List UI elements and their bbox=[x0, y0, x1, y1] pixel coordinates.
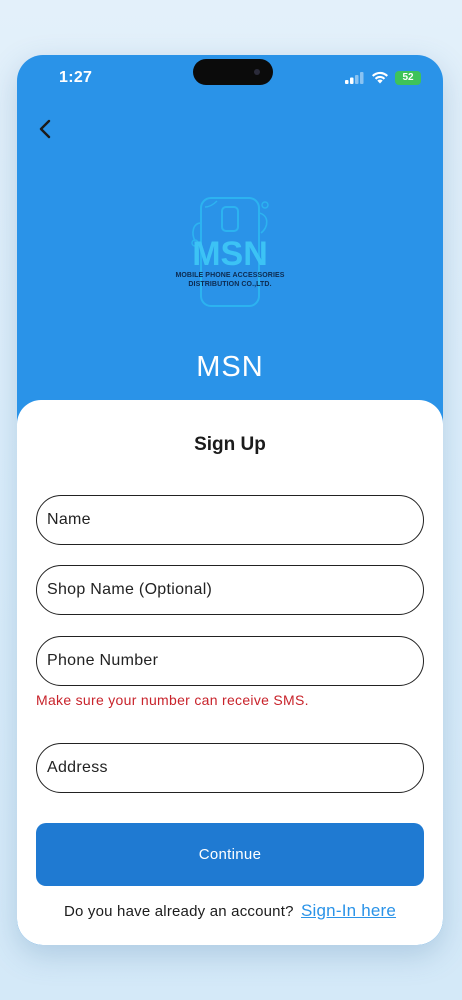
cellular-signal-icon bbox=[345, 72, 364, 84]
logo-caption-line2: DISTRIBUTION CO.,LTD. bbox=[188, 281, 272, 288]
page-title: Sign Up bbox=[194, 434, 266, 455]
status-bar: 1:27 52 bbox=[17, 55, 443, 103]
address-input[interactable] bbox=[36, 743, 424, 793]
phone-number-input[interactable] bbox=[36, 636, 424, 686]
status-time: 1:27 bbox=[59, 69, 93, 86]
signin-link[interactable]: Sign-In here bbox=[301, 901, 396, 920]
back-arrow-icon[interactable] bbox=[31, 115, 61, 145]
name-input[interactable] bbox=[36, 495, 424, 545]
phone-logo-icon: MSN bbox=[191, 197, 269, 307]
continue-button[interactable]: Continue bbox=[36, 823, 424, 886]
logo-caption-line1: MOBILE PHONE ACCESSORIES bbox=[175, 272, 285, 279]
wifi-icon bbox=[372, 71, 388, 84]
signup-sheet: Sign Up Make sure your number can receiv… bbox=[17, 400, 443, 945]
company-logo: MSN MOBILE PHONE ACCESSORIES DISTRIBUTIO… bbox=[165, 193, 295, 313]
app-name: MSN bbox=[196, 351, 264, 383]
signin-prompt-text: Do you have already an account? bbox=[63, 903, 294, 920]
dynamic-island bbox=[193, 59, 273, 85]
phone-hint: Make sure your number can receive SMS. bbox=[36, 692, 309, 708]
camera-icon bbox=[254, 69, 260, 75]
signin-prompt: Do you have already an account? Sign-In … bbox=[17, 901, 443, 921]
shop-name-input[interactable] bbox=[36, 565, 424, 615]
battery-icon: 52 bbox=[395, 71, 421, 85]
phone-screen: 1:27 52 MSN MOBILE PHONE ACCESSORIES DIS… bbox=[17, 55, 443, 945]
logo-letters: MSN bbox=[192, 235, 268, 273]
